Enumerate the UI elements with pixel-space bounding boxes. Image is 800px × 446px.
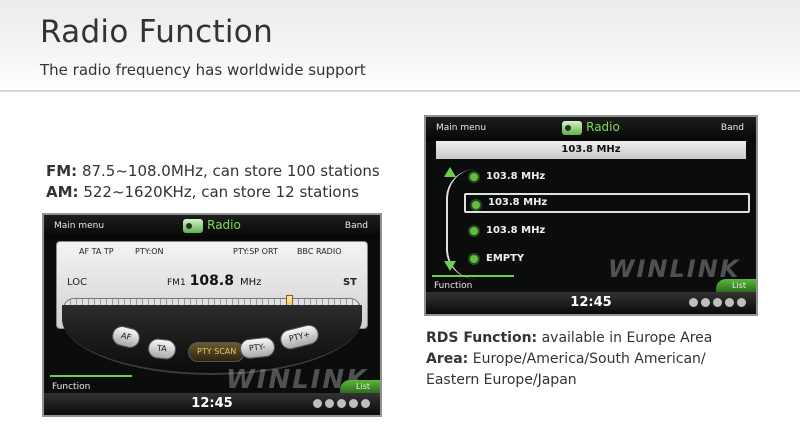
page-title: Radio Function bbox=[40, 14, 274, 50]
volume-icon bbox=[361, 399, 370, 408]
area-spec: Area: Europe/America/South American/ bbox=[426, 351, 706, 367]
nav-icon bbox=[337, 399, 346, 408]
am-spec: AM: 522~1620KHz, can store 12 stations bbox=[46, 183, 359, 201]
radio-icon bbox=[183, 218, 204, 233]
screen-title: Radio bbox=[426, 120, 756, 135]
pty-scan-button[interactable]: PTY SCAN bbox=[188, 342, 246, 362]
station-label: 103.8 MHz bbox=[488, 197, 548, 208]
top-bar: Main menu Radio Band bbox=[426, 117, 756, 141]
radio-title: Radio bbox=[586, 120, 620, 134]
area-label: Area: bbox=[426, 351, 469, 367]
function-button[interactable]: Function bbox=[434, 281, 472, 291]
frequency-value: 108.8 bbox=[189, 273, 234, 289]
station-item[interactable]: 103.8 MHz bbox=[464, 167, 750, 187]
station-name-label: BBC RADIO bbox=[297, 247, 342, 256]
fm-label: FM: bbox=[46, 162, 78, 180]
fm-spec: FM: 87.5~108.0MHz, can store 100 station… bbox=[46, 162, 380, 180]
home-icon bbox=[689, 298, 698, 307]
fm-text: 87.5~108.0MHz, can store 100 stations bbox=[77, 162, 380, 180]
am-text: 522~1620KHz, can store 12 stations bbox=[78, 183, 359, 201]
frequency-display: FM1 108.8 MHz bbox=[167, 273, 261, 289]
loc-label: LOC bbox=[67, 277, 88, 288]
pty-sport-label: PTY:SP ORT bbox=[233, 247, 278, 256]
station-icon bbox=[470, 173, 478, 181]
function-underline bbox=[50, 375, 132, 377]
band-button[interactable]: Band bbox=[721, 123, 744, 133]
radio-screen-list: Main menu Radio Band 103.8 MHz 103.8 MHz… bbox=[424, 115, 758, 316]
station-icon bbox=[470, 255, 478, 263]
volume-icon bbox=[737, 298, 746, 307]
station-label: EMPTY bbox=[486, 253, 525, 264]
radio-title: Radio bbox=[207, 218, 241, 232]
rds-text: available in Europe Area bbox=[537, 330, 713, 346]
station-icon bbox=[470, 227, 478, 235]
home-icon bbox=[313, 399, 322, 408]
station-icon bbox=[472, 201, 480, 209]
rds-label: RDS Function: bbox=[426, 330, 538, 346]
af-ta-tp-label: AF TA TP bbox=[79, 247, 114, 256]
radio-screen-fm: Main menu Radio Band AF TA TP PTY:ON PTY… bbox=[42, 213, 382, 417]
nav-icon bbox=[713, 298, 722, 307]
bottom-bar: 12:45 bbox=[426, 292, 756, 314]
bottom-bar: 12:45 bbox=[44, 393, 380, 415]
function-button[interactable]: Function bbox=[52, 382, 90, 392]
list-button[interactable]: List bbox=[340, 380, 380, 393]
pty-on-label: PTY:ON bbox=[135, 247, 164, 256]
am-label: AM: bbox=[46, 183, 79, 201]
signal-icon bbox=[725, 298, 734, 307]
rds-spec: RDS Function: available in Europe Area bbox=[426, 330, 712, 346]
signal-icon bbox=[349, 399, 358, 408]
top-bar: Main menu Radio Band bbox=[44, 215, 380, 239]
station-item-selected[interactable]: 103.8 MHz bbox=[464, 193, 750, 213]
band-label: FM1 bbox=[167, 278, 186, 288]
bluetooth-icon bbox=[701, 298, 710, 307]
ta-button[interactable]: TA bbox=[147, 337, 177, 361]
status-icons bbox=[313, 399, 370, 408]
station-label: 103.8 MHz bbox=[486, 225, 546, 236]
bluetooth-icon bbox=[325, 399, 334, 408]
area-text: Europe/America/South American/ bbox=[468, 351, 706, 367]
function-underline bbox=[432, 275, 514, 277]
stereo-label: ST bbox=[342, 277, 357, 288]
frequency-unit: MHz bbox=[239, 277, 262, 288]
radio-icon bbox=[562, 120, 583, 135]
band-button[interactable]: Band bbox=[345, 221, 368, 231]
frequency-row: LOC FM1 108.8 MHz ST bbox=[57, 273, 367, 291]
watermark: WINLINK bbox=[608, 255, 741, 283]
current-frequency: 103.8 MHz bbox=[436, 141, 746, 159]
station-label: 103.8 MHz bbox=[486, 171, 546, 182]
list-button[interactable]: List bbox=[716, 279, 756, 292]
screen-title: Radio bbox=[44, 218, 380, 233]
status-icons bbox=[689, 298, 746, 307]
page-subtitle: The radio frequency has worldwide suppor… bbox=[40, 61, 366, 79]
station-item[interactable]: 103.8 MHz bbox=[464, 221, 750, 241]
area-spec-2: Eastern Europe/Japan bbox=[426, 372, 577, 388]
